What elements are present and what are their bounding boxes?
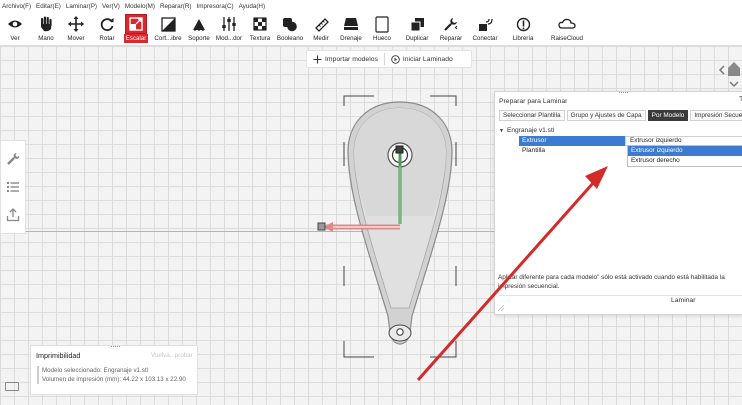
boolean-icon xyxy=(279,14,301,34)
tool-duplicate[interactable]: Duplicar xyxy=(402,12,432,45)
menu-view[interactable]: Ver(V) xyxy=(102,3,120,10)
cut-icon xyxy=(157,14,179,34)
import-models-button[interactable]: Importar modelos xyxy=(307,51,384,67)
repair-icon xyxy=(440,14,462,34)
tool-library[interactable]: Librería xyxy=(508,12,538,45)
panel-title: Preparar para Laminar xyxy=(499,98,568,105)
menu-file[interactable]: Archivo(F) xyxy=(2,3,31,10)
divider xyxy=(499,295,742,296)
menu-help[interactable]: Ayuda(H) xyxy=(239,3,265,10)
menu-edit[interactable]: Editar(E) xyxy=(36,3,61,10)
prepare-slice-panel: Preparar para Laminar T Seleccionar Plan… xyxy=(494,91,742,315)
tab-per-model[interactable]: Por Modelo xyxy=(647,110,689,121)
tool-hollow[interactable]: Hueco xyxy=(369,12,395,45)
tool-measure[interactable]: Medir xyxy=(309,12,333,45)
tab-select-template[interactable]: Seleccionar Plantilla xyxy=(499,110,565,121)
duplicate-icon xyxy=(406,14,428,34)
menu-printer[interactable]: Impresora(C) xyxy=(197,3,234,10)
hand-icon xyxy=(35,14,57,34)
tool-rotate[interactable]: Rotar xyxy=(94,12,120,45)
plus-icon xyxy=(313,55,322,63)
start-slicing-button[interactable]: Iniciar Laminado xyxy=(385,51,459,67)
menu-repair[interactable]: Reparar(R) xyxy=(160,3,192,10)
expand-triangle-icon: ▼ xyxy=(499,128,504,134)
extruder-dropdown: Extrusor izquierdo Extrusor derecho xyxy=(627,145,742,167)
setting-row-name: Plantilla xyxy=(522,147,546,154)
panel-drag-handle[interactable] xyxy=(619,92,628,94)
support-icon xyxy=(188,14,210,34)
menu-model[interactable]: Modelo(M) xyxy=(125,3,155,10)
export-icon[interactable] xyxy=(6,207,20,222)
tool-move[interactable]: Mover xyxy=(63,12,89,45)
hollow-icon xyxy=(371,14,393,34)
tool-scale[interactable]: Escalar xyxy=(122,12,150,45)
tool-modifier[interactable]: Mod...dor xyxy=(214,12,244,45)
keyboard-icon[interactable] xyxy=(5,382,19,391)
drain-icon xyxy=(340,14,362,34)
retry-link[interactable]: Vuelva...probar xyxy=(151,352,193,359)
modifier-icon xyxy=(218,14,240,34)
move-icon xyxy=(65,14,87,34)
panel-tabs: Seleccionar Plantilla Grupo y Ajustes de… xyxy=(499,110,742,121)
tool-raisecloud[interactable]: RaiseCloud xyxy=(547,12,587,45)
selected-model-line: Modelo seleccionado: Engranaje v1.stl xyxy=(42,367,148,374)
play-circle-icon xyxy=(391,54,400,64)
sequential-note: Aplicar diferente para cada modelo" sólo… xyxy=(498,274,725,290)
action-bar: Importar modelos Iniciar Laminado xyxy=(306,50,472,68)
tab-group-layer-settings[interactable]: Grupo y Ajustes de Capa xyxy=(566,110,646,121)
tree-root-label: Engranaje v1.stl xyxy=(506,127,555,134)
wrench-icon[interactable] xyxy=(6,152,20,166)
menu-bar: Archivo(F) Editar(E) Laminar(P) Ver(V) M… xyxy=(0,0,742,12)
connect-icon xyxy=(474,14,496,34)
dropdown-option[interactable]: Extrusor izquierdo xyxy=(628,146,742,156)
tool-boolean[interactable]: Booleano xyxy=(275,12,305,45)
left-tool-panel xyxy=(0,140,26,234)
eye-icon xyxy=(4,14,26,34)
panel-drag-handle[interactable] xyxy=(111,346,120,347)
tool-drain[interactable]: Drenaje xyxy=(337,12,365,45)
library-icon xyxy=(512,14,534,34)
scale-icon xyxy=(125,14,147,34)
print-volume-line: Volumen de impresión (mm): 44.22 x 103.1… xyxy=(42,376,186,383)
view-nav-cube[interactable] xyxy=(718,52,742,88)
toolbar: Ver Mano Mover Rotar Escalar Cort...ibre… xyxy=(0,12,742,46)
dropdown-option[interactable]: Extrusor derecho xyxy=(628,156,742,166)
printability-panel: Imprimibilidad Vuelva...probar Modelo se… xyxy=(30,345,198,395)
cloud-icon xyxy=(556,14,578,34)
texture-icon xyxy=(249,14,271,34)
rotate-icon xyxy=(96,14,118,34)
tool-texture[interactable]: Textura xyxy=(247,12,273,45)
tool-support[interactable]: Soporte xyxy=(185,12,213,45)
tool-hand[interactable]: Mano xyxy=(33,12,59,45)
printability-info: Modelo seleccionado: Engranaje v1.stl Vo… xyxy=(37,366,186,384)
tool-connect[interactable]: Conectar xyxy=(469,12,501,45)
menu-slice[interactable]: Laminar(P) xyxy=(66,3,97,10)
tree-root[interactable]: ▼ Engranaje v1.stl xyxy=(499,127,742,136)
tab-sequential-print[interactable]: Impresión Secuenc xyxy=(690,110,742,121)
tool-repair[interactable]: Reparar xyxy=(437,12,465,45)
slice-button[interactable]: Laminar xyxy=(671,297,696,304)
printability-title: Imprimibilidad xyxy=(36,351,81,360)
resize-grip-icon[interactable] xyxy=(498,305,504,311)
measure-icon xyxy=(310,14,332,34)
tool-cut[interactable]: Cort...ibre xyxy=(153,12,183,45)
tool-view[interactable]: Ver xyxy=(3,12,27,45)
setting-row-name: Extrusor xyxy=(519,136,625,146)
list-icon[interactable] xyxy=(6,181,20,193)
